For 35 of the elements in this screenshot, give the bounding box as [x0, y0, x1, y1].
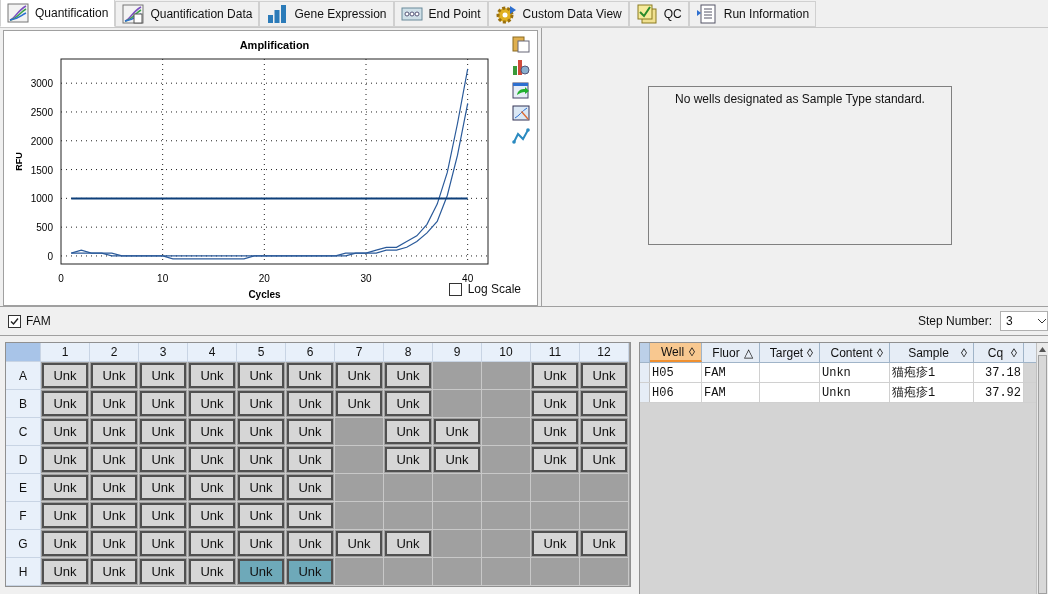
table-cell: 37.92: [974, 383, 1024, 402]
y-tick-label: 500: [36, 222, 53, 234]
table-cell: Unkn: [820, 383, 890, 402]
table-cell: 猫疱疹1: [890, 363, 974, 382]
empty-message: No wells designated as Sample Type standard.: [675, 91, 925, 108]
fluor-label: FAM: [26, 313, 51, 330]
sort-indicator: ◊: [807, 344, 813, 362]
chart-title: Amplification: [239, 39, 310, 51]
x-tick-label: 30: [360, 273, 372, 284]
sort-indicator: △: [744, 344, 753, 362]
y-tick-label: 1000: [30, 193, 53, 205]
y-axis-title: RFU: [14, 152, 24, 171]
table-cell: 37.18: [974, 363, 1024, 382]
y-tick-label: 2000: [30, 135, 53, 147]
y-tick-label: 1500: [30, 164, 53, 176]
y-tick-label: 3000: [30, 78, 53, 90]
sort-indicator: ◊: [1011, 344, 1017, 362]
x-tick-label: 20: [258, 273, 270, 284]
x-tick-label: 0: [58, 273, 64, 284]
table-cell: Unkn: [820, 363, 890, 382]
table-cell: H06: [650, 383, 702, 402]
table-cell: 猫疱疹1: [890, 383, 974, 402]
step-number-label: Step Number:: [917, 313, 992, 330]
table-cell: FAM: [702, 363, 760, 382]
x-axis-title: Cycles: [248, 289, 281, 300]
sort-indicator: ◊: [877, 344, 883, 362]
y-tick-label: 2500: [30, 107, 53, 118]
sort-indicator: ◊: [961, 344, 967, 362]
sort-indicator: ◊: [689, 343, 695, 361]
y-tick-label: 0: [47, 250, 53, 262]
table-cell: H05: [650, 363, 702, 382]
x-tick-label: 40: [462, 273, 474, 284]
table-cell: FAM: [702, 383, 760, 402]
x-tick-label: 10: [157, 273, 169, 284]
log-scale-label: Log Scale: [467, 282, 521, 298]
